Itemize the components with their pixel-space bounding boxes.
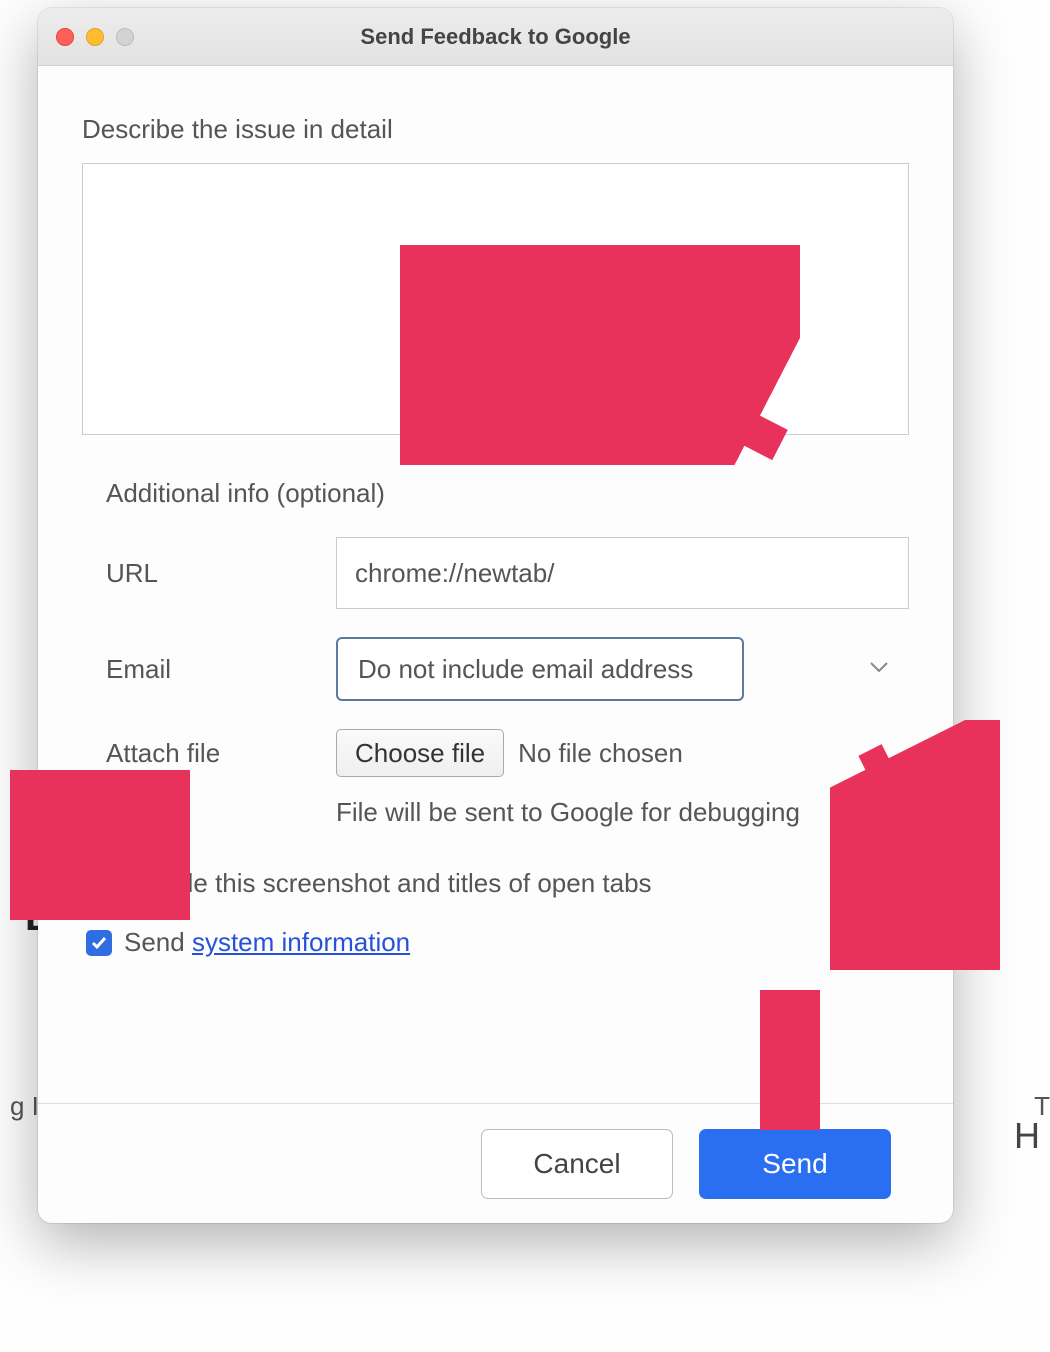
chevron-down-icon (869, 660, 889, 678)
send-button[interactable]: Send (699, 1129, 891, 1199)
url-input[interactable] (336, 537, 909, 609)
traffic-lights (56, 28, 134, 46)
screenshot-checkbox-row[interactable]: Include this screenshot and titles of op… (82, 868, 909, 899)
describe-label: Describe the issue in detail (82, 114, 909, 145)
dialog-footer: Cancel Send (38, 1103, 953, 1223)
attach-file-label: Attach file (106, 738, 336, 769)
sysinfo-prefix: Send (124, 927, 192, 957)
screenshot-checkbox-label: Include this screenshot and titles of op… (124, 868, 652, 899)
file-hint-text: File will be sent to Google for debuggin… (336, 797, 909, 828)
backdrop-letter-h: H (1014, 1115, 1040, 1157)
sysinfo-checkbox-row[interactable]: Send system information (82, 927, 909, 958)
dialog-content: Describe the issue in detail Additional … (38, 66, 953, 1103)
file-status-text: No file chosen (518, 738, 683, 769)
choose-file-button[interactable]: Choose file (336, 729, 504, 777)
sysinfo-checkbox[interactable] (86, 930, 112, 956)
feedback-dialog: Send Feedback to Google Describe the iss… (38, 8, 953, 1223)
email-row: Email Do not include email address (106, 637, 909, 701)
email-select[interactable]: Do not include email address (336, 637, 744, 701)
email-label: Email (106, 654, 336, 685)
email-select-wrapper: Do not include email address (336, 637, 909, 701)
sysinfo-checkbox-label: Send system information (124, 927, 410, 958)
system-information-link[interactable]: system information (192, 927, 410, 957)
screenshot-checkbox[interactable] (86, 871, 112, 897)
titlebar: Send Feedback to Google (38, 8, 953, 66)
description-input[interactable] (82, 163, 909, 435)
url-row: URL (106, 537, 909, 609)
url-label: URL (106, 558, 336, 589)
maximize-window-button (116, 28, 134, 46)
attach-file-row: Attach file Choose file No file chosen (106, 729, 909, 777)
cancel-button[interactable]: Cancel (481, 1129, 673, 1199)
additional-info-section: Additional info (optional) URL Email Do … (82, 478, 909, 828)
minimize-window-button[interactable] (86, 28, 104, 46)
window-title: Send Feedback to Google (38, 24, 953, 50)
additional-info-heading: Additional info (optional) (106, 478, 909, 509)
close-window-button[interactable] (56, 28, 74, 46)
